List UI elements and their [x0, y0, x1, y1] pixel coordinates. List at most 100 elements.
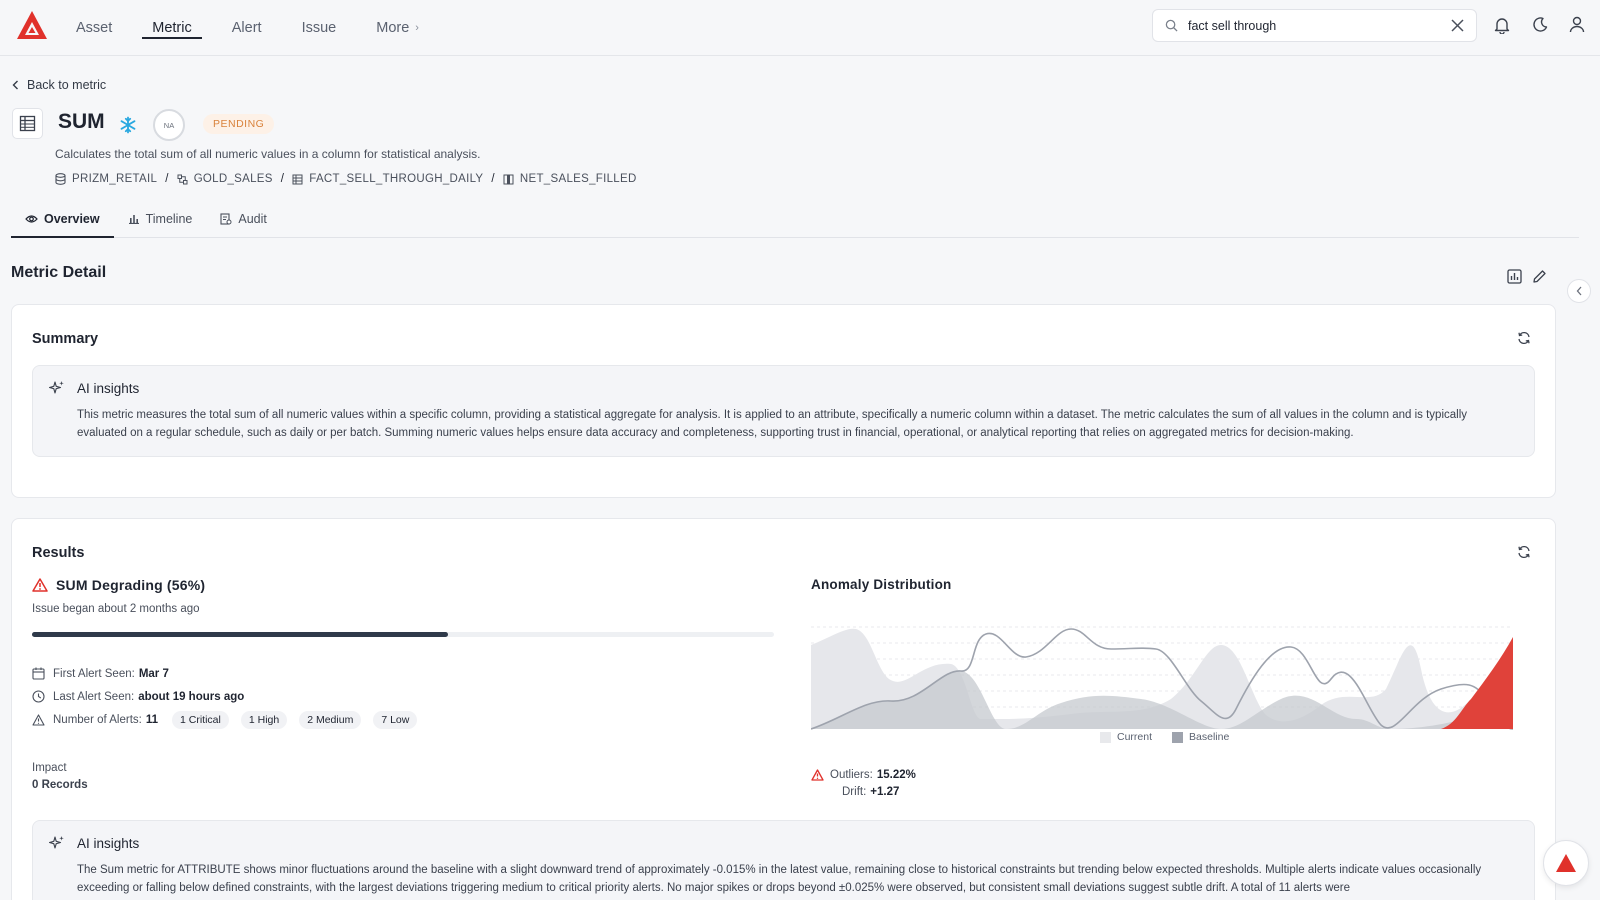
- nav-item-alert[interactable]: Alert: [220, 0, 274, 56]
- impact-value: 0 Records: [32, 779, 88, 791]
- table-type-badge: [12, 108, 43, 139]
- outliers-value: 15.22%: [876, 769, 916, 781]
- refresh-icon[interactable]: [1517, 545, 1531, 559]
- status-badge: PENDING: [203, 114, 275, 134]
- legend-swatch: [1100, 731, 1111, 743]
- severity-pill-medium[interactable]: 2 Medium: [299, 711, 362, 729]
- degrading-label: SUM Degrading (56%): [56, 577, 206, 593]
- refresh-icon[interactable]: [1517, 331, 1531, 345]
- pencil-icon: [1532, 269, 1546, 283]
- severity-pill-critical[interactable]: 1 Critical: [172, 711, 229, 729]
- legend-label: Baseline: [1189, 731, 1230, 743]
- anomaly-distribution-title: Anomaly Distribution: [811, 577, 952, 592]
- ai-insights-title: AI insights: [77, 835, 140, 851]
- drift-value: +1.27: [870, 786, 900, 798]
- database-icon: [55, 173, 66, 185]
- nav-label: Issue: [301, 20, 337, 36]
- breadcrumb-separator: /: [165, 173, 169, 185]
- tab-audit[interactable]: Audit: [206, 200, 281, 237]
- close-icon[interactable]: [1449, 17, 1466, 34]
- tab-timeline[interactable]: Timeline: [114, 200, 207, 237]
- tab-label: Overview: [44, 211, 100, 226]
- outliers-label: Outliers:: [830, 769, 873, 781]
- schema-icon: [177, 174, 188, 184]
- nav-item-asset[interactable]: Asset: [64, 0, 124, 56]
- ai-insights-header: AI insights: [49, 380, 139, 396]
- eye-icon: [25, 214, 38, 223]
- breadcrumb-separator: /: [491, 173, 495, 185]
- alerts-count-label: Number of Alerts:: [53, 714, 142, 726]
- back-link[interactable]: Back to metric: [12, 78, 106, 92]
- assistant-button[interactable]: [1543, 840, 1589, 886]
- ai-insights-title: AI insights: [77, 380, 140, 396]
- results-ai-insights: AI insights The Sum metric for ATTRIBUTE…: [32, 820, 1535, 900]
- tab-bar: Overview Timeline Audit: [11, 200, 1579, 238]
- nav-item-issue[interactable]: Issue: [290, 0, 349, 56]
- nav-label: Asset: [76, 20, 113, 36]
- drift-stat: Drift: +1.27: [842, 786, 899, 798]
- sparkles-icon: [49, 381, 64, 394]
- chevron-left-icon: [1576, 286, 1581, 296]
- nav-item-metric[interactable]: Metric: [140, 0, 203, 56]
- health-score-label: NA: [163, 120, 175, 130]
- nav-label: More: [376, 20, 410, 36]
- table-icon: [292, 174, 303, 184]
- brand-logo-icon[interactable]: [16, 10, 48, 40]
- nav-label: Metric: [152, 20, 192, 36]
- edit-button[interactable]: [1527, 264, 1551, 288]
- severity-pill-high[interactable]: 1 High: [240, 711, 288, 729]
- first-alert-row: First Alert Seen: Mar 7: [32, 667, 169, 680]
- anomaly-distribution-chart: [811, 626, 1513, 730]
- breadcrumb-label: NET_SALES_FILLED: [519, 173, 637, 185]
- chart-view-button[interactable]: [1502, 264, 1526, 288]
- metric-description: Calculates the total sum of all numeric …: [55, 147, 481, 161]
- search-icon: [1165, 19, 1178, 32]
- bell-icon[interactable]: [1494, 16, 1510, 34]
- nav-item-more[interactable]: More ›: [364, 0, 431, 56]
- breadcrumb-database[interactable]: PRIZM_RETAIL: [55, 173, 157, 185]
- main-nav: Asset Metric Alert Issue More ›: [64, 0, 447, 56]
- brand-logo-icon: [1556, 854, 1576, 872]
- legend-item-baseline: Baseline: [1172, 731, 1229, 743]
- bar-chart-icon: [128, 215, 139, 224]
- legend-label: Current: [1117, 731, 1153, 743]
- warning-icon: [32, 714, 45, 726]
- chevron-left-icon: [12, 80, 18, 90]
- last-alert-label: Last Alert Seen:: [53, 690, 135, 703]
- breadcrumb-separator: /: [280, 173, 285, 185]
- clock-icon: [32, 690, 45, 703]
- calendar-icon: [32, 667, 45, 680]
- user-icon[interactable]: [1569, 16, 1585, 33]
- breadcrumb-table[interactable]: FACT_SELL_THROUGH_DAILY: [292, 173, 483, 185]
- breadcrumb-column[interactable]: NET_SALES_FILLED: [503, 173, 637, 185]
- search-input[interactable]: [1188, 18, 1438, 33]
- summary-card: Summary AI insights This metric measures…: [11, 304, 1556, 498]
- back-label: Back to metric: [27, 78, 107, 92]
- health-score-circle: NA: [153, 109, 185, 141]
- tab-overview[interactable]: Overview: [11, 200, 114, 238]
- severity-pill-low[interactable]: 7 Low: [373, 711, 418, 729]
- drift-label: Drift:: [842, 786, 867, 798]
- last-alert-value: about 19 hours ago: [138, 690, 245, 703]
- ai-insights-text: The Sum metric for ATTRIBUTE shows minor…: [77, 864, 1482, 894]
- ai-insights-text: This metric measures the total sum of al…: [77, 409, 1468, 439]
- column-icon: [503, 174, 514, 184]
- degrading-progress-bar: [32, 632, 774, 637]
- alerts-count-row: Number of Alerts: 11 1 Critical 1 High 2 …: [32, 711, 418, 729]
- legend-swatch: [1172, 731, 1184, 743]
- tab-label: Audit: [238, 211, 267, 226]
- impact-label: Impact: [32, 762, 67, 774]
- audit-icon: [220, 212, 232, 225]
- summary-ai-insights: AI insights This metric measures the tot…: [32, 365, 1535, 457]
- issue-began: Issue began about 2 months ago: [32, 603, 200, 615]
- summary-title: Summary: [32, 331, 99, 347]
- warning-icon: [32, 578, 48, 592]
- last-alert-row: Last Alert Seen: about 19 hours ago: [32, 690, 244, 703]
- breadcrumb-schema[interactable]: GOLD_SALES: [177, 173, 273, 185]
- outliers-stat: Outliers: 15.22%: [811, 769, 916, 781]
- section-title: Metric Detail: [11, 264, 107, 281]
- collapse-panel-button[interactable]: [1567, 279, 1591, 303]
- breadcrumb: PRIZM_RETAIL / GOLD_SALES / FACT_SELL_TH…: [55, 173, 637, 185]
- results-card: Results SUM Degrading (56%) Issue began …: [11, 518, 1556, 900]
- moon-icon[interactable]: [1532, 16, 1548, 33]
